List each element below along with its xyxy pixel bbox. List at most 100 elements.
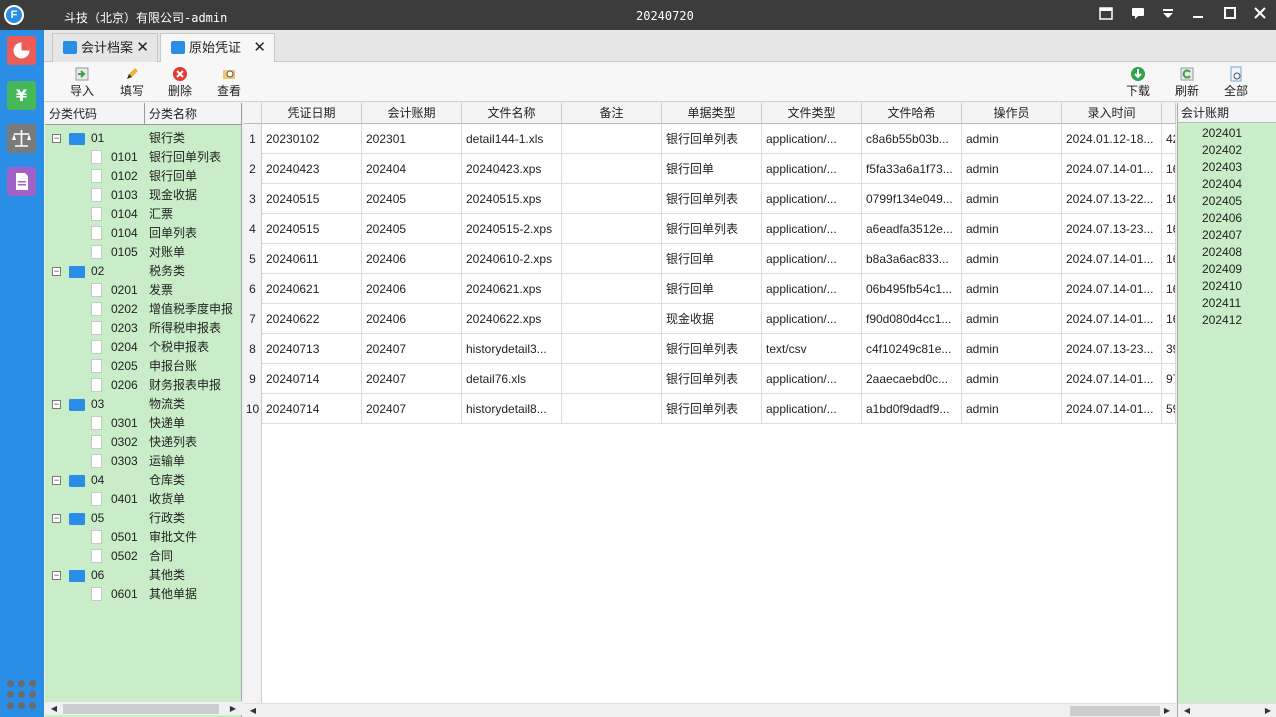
tree-item-0302[interactable]: 0302 快递列表: [45, 433, 242, 452]
tree-group-06[interactable]: − 06 其他类: [45, 566, 242, 585]
tree-item-0601[interactable]: 0601 其他单据: [45, 585, 242, 604]
tree-item-0301[interactable]: 0301 快递单: [45, 414, 242, 433]
nav-finance-button[interactable]: ¥: [7, 81, 36, 110]
dropdown-menu-icon[interactable]: [1159, 6, 1177, 24]
tree-group-04[interactable]: − 04 仓库类: [45, 471, 242, 490]
nav-balance-button[interactable]: [7, 124, 36, 153]
delete-button[interactable]: 删除: [158, 64, 202, 100]
scroll-right-icon[interactable]: ▶: [226, 702, 240, 716]
tree-item-0201[interactable]: 0201 发票: [45, 281, 242, 300]
tree-group-01[interactable]: − 01 银行类: [45, 129, 242, 148]
column-header[interactable]: 文件哈希: [862, 103, 962, 124]
tab-accounting-archive[interactable]: 会计档案 ✕: [52, 33, 158, 62]
category-horizontal-scrollbar[interactable]: ◀ ▶: [45, 701, 242, 715]
period-item[interactable]: 202409: [1202, 261, 1242, 278]
all-button[interactable]: 全部: [1214, 64, 1258, 100]
import-button[interactable]: 导入: [60, 64, 104, 100]
scroll-thumb[interactable]: [63, 704, 219, 714]
period-item[interactable]: 202404: [1202, 176, 1242, 193]
view-button[interactable]: 查看: [207, 64, 251, 100]
period-item[interactable]: 202403: [1202, 159, 1242, 176]
period-item[interactable]: 202410: [1202, 278, 1242, 295]
fill-button[interactable]: 填写: [110, 64, 154, 100]
close-window-icon[interactable]: [1251, 6, 1269, 24]
period-item[interactable]: 202408: [1202, 244, 1242, 261]
table-row[interactable]: 8 20240713 202407 historydetail3... 银行回单列表 te…: [244, 334, 1176, 364]
scroll-right-icon[interactable]: ▶: [1160, 704, 1174, 717]
column-header[interactable]: 操作员: [962, 103, 1062, 124]
tab-original-voucher[interactable]: 原始凭证 ✕: [160, 33, 275, 62]
collapse-icon[interactable]: −: [52, 571, 61, 580]
table-row[interactable]: 2 20240423 202404 20240423.xps 银行回单 applicati…: [244, 154, 1176, 184]
period-item[interactable]: 202402: [1202, 142, 1242, 159]
period-item[interactable]: 202406: [1202, 210, 1242, 227]
tree-item-0206[interactable]: 0206 财务报表申报: [45, 376, 242, 395]
tree-item-0502[interactable]: 0502 合同: [45, 547, 242, 566]
table-row[interactable]: 7 20240622 202406 20240622.xps 现金收据 applicati…: [244, 304, 1176, 334]
close-tab-icon[interactable]: ✕: [253, 34, 266, 62]
header-category-code[interactable]: 分类代码: [45, 103, 145, 125]
minimize-icon[interactable]: [1189, 6, 1207, 24]
column-header[interactable]: 会计账期: [362, 103, 462, 124]
message-icon[interactable]: [1129, 6, 1147, 24]
period-item[interactable]: 202405: [1202, 193, 1242, 210]
period-horizontal-scrollbar[interactable]: ◀ ▶: [1178, 703, 1276, 717]
tree-item-0202[interactable]: 0202 增值税季度申报: [45, 300, 242, 319]
table-row[interactable]: 6 20240621 202406 20240621.xps 银行回单 applicati…: [244, 274, 1176, 304]
collapse-icon[interactable]: −: [52, 476, 61, 485]
column-header[interactable]: 备注: [562, 103, 662, 124]
collapse-icon[interactable]: −: [52, 134, 61, 143]
column-header[interactable]: 录入时间: [1062, 103, 1162, 124]
table-row[interactable]: 4 20240515 202405 20240515-2.xps 银行回单列表 appli…: [244, 214, 1176, 244]
nav-documents-button[interactable]: [7, 167, 36, 196]
tree-item-0102[interactable]: 0102 银行回单: [45, 167, 242, 186]
tree-group-03[interactable]: − 03 物流类: [45, 395, 242, 414]
period-item[interactable]: 202401: [1202, 125, 1242, 142]
header-category-name[interactable]: 分类名称: [145, 103, 242, 125]
scroll-thumb[interactable]: [1070, 706, 1160, 716]
column-header[interactable]: 凭证日期: [262, 103, 362, 124]
column-header[interactable]: 文件类型: [762, 103, 862, 124]
tree-item-0303[interactable]: 0303 运输单: [45, 452, 242, 471]
column-header[interactable]: 文件名称: [462, 103, 562, 124]
maximize-icon[interactable]: [1221, 6, 1239, 24]
cell-period: 202405: [362, 214, 462, 244]
table-row[interactable]: 10 20240714 202407 historydetail8... 银行回单列表 a…: [244, 394, 1176, 424]
tree-item-0103[interactable]: 0103 现金收据: [45, 186, 242, 205]
scroll-left-icon[interactable]: ◀: [47, 702, 61, 716]
app-grid-icon[interactable]: [7, 680, 37, 710]
row-number: 7: [244, 304, 262, 334]
tree-group-02[interactable]: − 02 税务类: [45, 262, 242, 281]
table-row[interactable]: 1 20230102 202301 detail144-1.xls 银行回单列表 appl…: [244, 124, 1176, 154]
tree-item-0104[interactable]: 0104 汇票: [45, 205, 242, 224]
collapse-icon[interactable]: −: [52, 267, 61, 276]
tree-item-0205[interactable]: 0205 申报台账: [45, 357, 242, 376]
tree-item-0101[interactable]: 0101 银行回单列表: [45, 148, 242, 167]
collapse-icon[interactable]: −: [52, 514, 61, 523]
collapse-icon[interactable]: −: [52, 400, 61, 409]
grid-horizontal-scrollbar[interactable]: ◀ ▶: [244, 703, 1176, 717]
scroll-right-icon[interactable]: ▶: [1261, 704, 1275, 717]
download-button[interactable]: 下载: [1116, 64, 1160, 100]
calendar-icon[interactable]: [1097, 6, 1115, 24]
scale-icon: [12, 130, 31, 147]
tree-item-0204[interactable]: 0204 个税申报表: [45, 338, 242, 357]
tree-item-0203[interactable]: 0203 所得税申报表: [45, 319, 242, 338]
tree-item-0401[interactable]: 0401 收货单: [45, 490, 242, 509]
tree-item-0104[interactable]: 0104 回单列表: [45, 224, 242, 243]
scroll-left-icon[interactable]: ◀: [246, 704, 260, 717]
column-header[interactable]: 单据类型: [662, 103, 762, 124]
close-tab-icon[interactable]: ✕: [136, 34, 149, 62]
scroll-left-icon[interactable]: ◀: [1180, 704, 1194, 717]
tree-group-05[interactable]: − 05 行政类: [45, 509, 242, 528]
table-row[interactable]: 3 20240515 202405 20240515.xps 银行回单列表 applica…: [244, 184, 1176, 214]
tree-item-0501[interactable]: 0501 审批文件: [45, 528, 242, 547]
refresh-button[interactable]: 刷新: [1165, 64, 1209, 100]
nav-dashboard-button[interactable]: [7, 36, 36, 65]
tree-item-0105[interactable]: 0105 对账单: [45, 243, 242, 262]
table-row[interactable]: 9 20240714 202407 detail76.xls 银行回单列表 applica…: [244, 364, 1176, 394]
period-item[interactable]: 202407: [1202, 227, 1242, 244]
period-item[interactable]: 202411: [1202, 295, 1242, 312]
table-row[interactable]: 5 20240611 202406 20240610-2.xps 银行回单 applica…: [244, 244, 1176, 274]
period-item[interactable]: 202412: [1202, 312, 1242, 329]
